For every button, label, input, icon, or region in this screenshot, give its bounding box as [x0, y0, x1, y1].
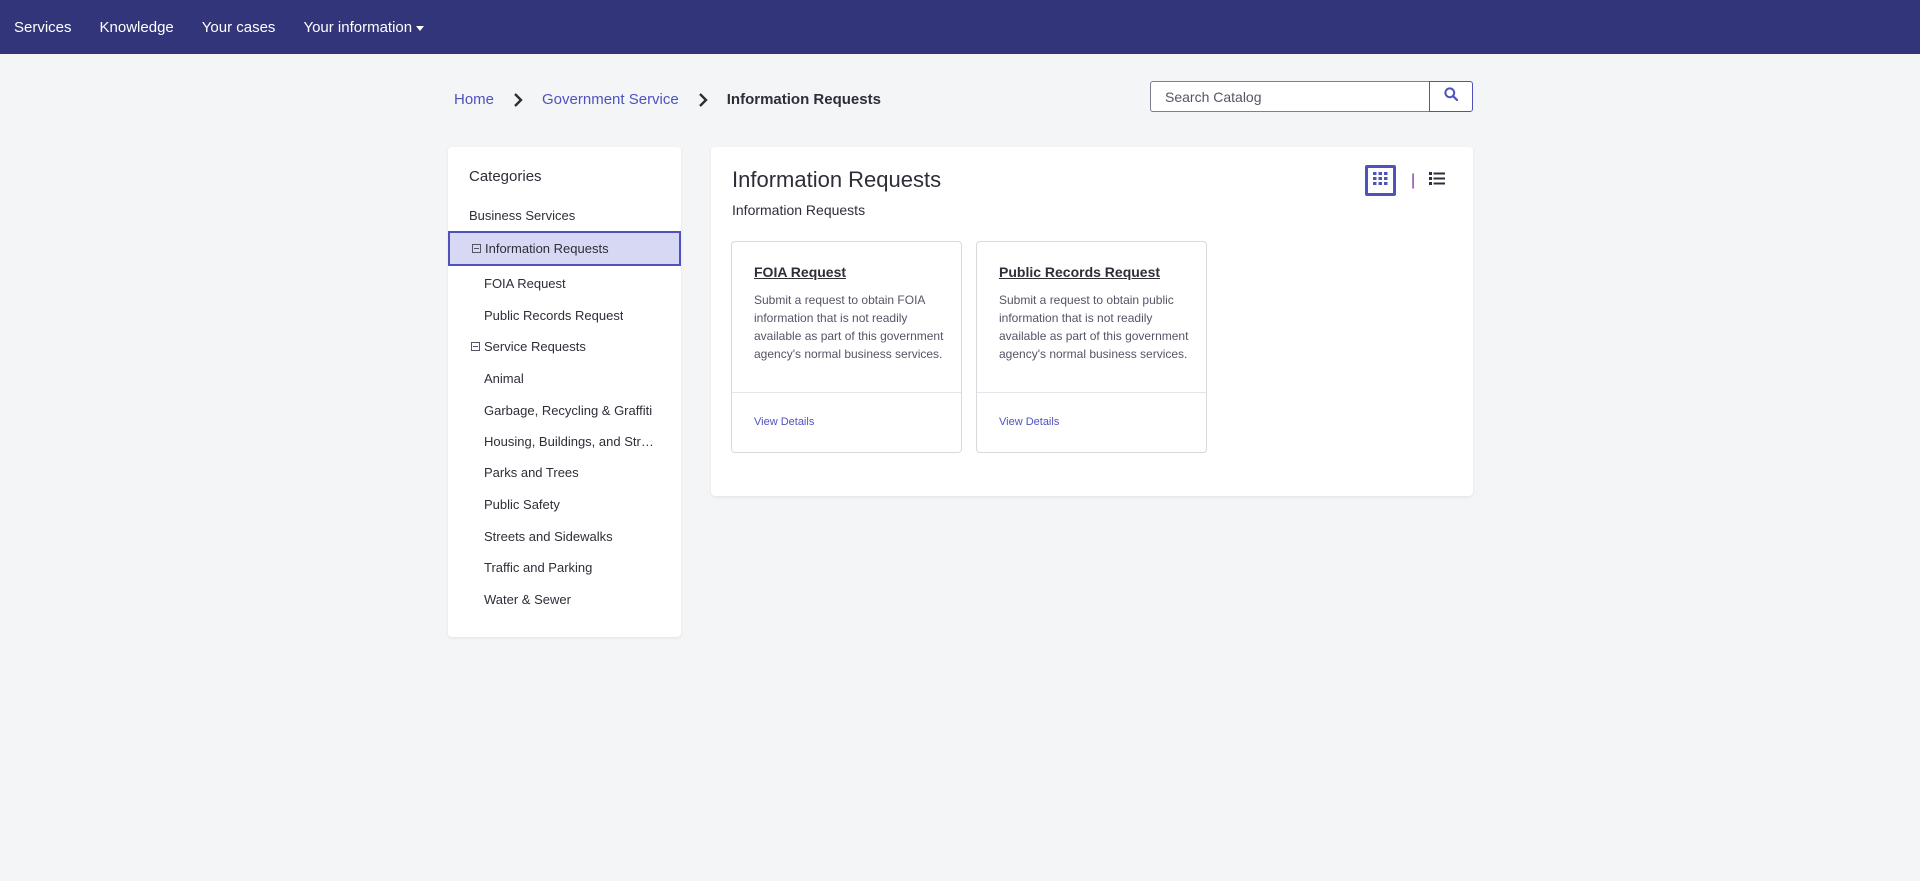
sidebar-item-label: Streets and Sidewalks: [484, 528, 613, 544]
nav-your-cases-label: Your cases: [201, 18, 276, 36]
sidebar-item-label: Water & Sewer: [484, 591, 571, 607]
sidebar-item-public-safety[interactable]: Public Safety: [448, 487, 681, 521]
sidebar-item-parks-and-trees[interactable]: Parks and Trees: [448, 455, 681, 489]
chevron-right-icon: [513, 92, 523, 107]
card-description: Submit a request to obtain FOIA informat…: [754, 293, 944, 361]
collapse-icon[interactable]: [472, 244, 481, 253]
chevron-right-icon: [698, 92, 708, 107]
main-panel: Information Requests Information Request…: [711, 147, 1473, 496]
card-title[interactable]: FOIA Request: [754, 264, 846, 280]
view-details-link[interactable]: View Details: [999, 416, 1059, 428]
top-navigation-bar: Services Knowledge Your cases Your infor…: [0, 0, 1920, 54]
sidebar-item-garbage-recycling-graffiti[interactable]: Garbage, Recycling & Graffiti: [448, 393, 681, 427]
sidebar-item-business-services[interactable]: Business Services: [448, 198, 681, 232]
sidebar-item-foia-request[interactable]: FOIA Request: [448, 266, 681, 300]
sidebar-item-label: Public Records Request: [484, 307, 624, 323]
nav-knowledge-label: Knowledge: [99, 18, 174, 36]
grid-view-button[interactable]: [1365, 165, 1396, 196]
sidebar-item-housing-buildings[interactable]: Housing, Buildings, and Struct...: [448, 424, 681, 458]
sidebar-item-label: Service Requests: [484, 338, 586, 354]
card-divider: [732, 392, 961, 393]
view-details-link[interactable]: View Details: [754, 416, 814, 428]
breadcrumb-home[interactable]: Home: [454, 91, 494, 108]
page-title: Information Requests: [732, 167, 942, 192]
card-description: Submit a request to obtain public inform…: [999, 293, 1189, 361]
view-toggle-separator: |: [1411, 171, 1416, 189]
search-catalog: [1150, 81, 1473, 112]
sidebar-item-label: Business Services: [469, 207, 576, 223]
breadcrumb: Home Government Service Information Requ…: [454, 91, 881, 108]
sidebar-item-service-requests[interactable]: Service Requests: [448, 329, 681, 363]
list-view-button[interactable]: [1427, 171, 1447, 191]
card-title[interactable]: Public Records Request: [999, 264, 1160, 280]
catalog-card-foia-request: FOIA Request Submit a request to obtain …: [731, 241, 962, 453]
sidebar-item-traffic-and-parking[interactable]: Traffic and Parking: [448, 550, 681, 584]
breadcrumb-current: Information Requests: [726, 91, 881, 108]
sidebar-item-label: Animal: [484, 370, 524, 386]
sidebar-item-information-requests[interactable]: Information Requests: [448, 231, 681, 266]
caret-down-icon: [416, 26, 425, 31]
nav-your-information[interactable]: Your information: [303, 18, 425, 36]
nav-services-label: Services: [14, 18, 72, 36]
sidebar-item-label: Traffic and Parking: [484, 559, 593, 575]
sidebar-item-public-records-request[interactable]: Public Records Request: [448, 298, 681, 332]
sidebar-item-label: Garbage, Recycling & Graffiti: [484, 402, 653, 418]
catalog-card-public-records-request: Public Records Request Submit a request …: [976, 241, 1207, 453]
grid-icon: [1373, 171, 1388, 190]
collapse-icon[interactable]: [471, 341, 480, 351]
sidebar-item-label: Information Requests: [485, 241, 609, 256]
nav-knowledge[interactable]: Knowledge: [100, 19, 174, 36]
sidebar-item-label: FOIA Request: [484, 275, 566, 291]
nav-your-information-label: Your information: [303, 18, 413, 36]
list-icon: [1429, 171, 1446, 190]
nav-your-cases[interactable]: Your cases: [202, 19, 276, 36]
sidebar-item-streets-and-sidewalks[interactable]: Streets and Sidewalks: [448, 519, 681, 553]
search-input[interactable]: [1150, 81, 1429, 112]
card-divider: [977, 392, 1206, 393]
view-toggle: |: [1365, 165, 1447, 196]
search-button[interactable]: [1429, 81, 1473, 112]
sidebar-title: Categories: [469, 168, 542, 185]
breadcrumb-government-service[interactable]: Government Service: [542, 91, 679, 108]
search-icon: [1444, 87, 1459, 106]
sidebar-item-label: Housing, Buildings, and Struct...: [484, 433, 659, 449]
sidebar-item-label: Parks and Trees: [484, 464, 579, 480]
sidebar-item-water-and-sewer[interactable]: Water & Sewer: [448, 582, 681, 616]
nav-services[interactable]: Services: [14, 19, 72, 36]
page-subtitle: Information Requests: [732, 202, 866, 218]
sidebar-item-animal[interactable]: Animal: [448, 361, 681, 395]
sidebar-item-label: Public Safety: [484, 496, 560, 512]
